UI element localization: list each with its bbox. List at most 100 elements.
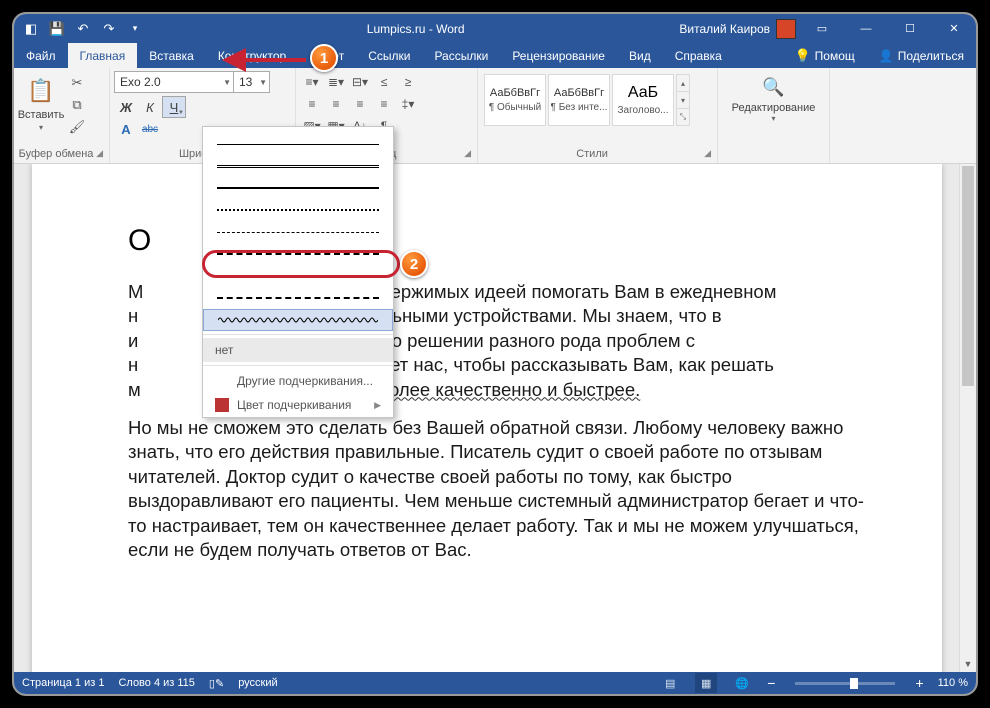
bold-button[interactable]: Ж [114, 96, 138, 118]
font-size-value: 13 [239, 75, 252, 89]
tab-file[interactable]: Файл [14, 43, 68, 68]
paragraph-launcher[interactable]: ◢ [462, 148, 473, 159]
chevron-down-icon: ▼ [220, 78, 231, 87]
maximize-button[interactable]: ☐ [888, 14, 932, 43]
zoom-out-button[interactable]: − [767, 675, 775, 691]
callout-1: 1 [310, 44, 338, 72]
tab-home[interactable]: Главная [68, 43, 138, 68]
chevron-down-icon: ▼ [256, 78, 267, 87]
annotation-arrow [236, 50, 316, 75]
tab-mailings[interactable]: Рассылки [422, 43, 500, 68]
tab-references[interactable]: Ссылки [356, 43, 422, 68]
status-bar: Страница 1 из 1 Слово 4 из 115 ▯✎ русски… [14, 672, 976, 694]
styles-label: Стили [576, 148, 608, 160]
underline-long-dash[interactable] [203, 243, 393, 265]
callout-2: 2 [400, 250, 428, 278]
align-left-button[interactable]: ≡ [300, 93, 324, 115]
underline-dot-dot-dash[interactable] [203, 287, 393, 309]
scroll-thumb[interactable] [962, 166, 974, 386]
status-language[interactable]: русский [238, 677, 277, 689]
zoom-handle[interactable] [850, 678, 858, 689]
multilevel-button[interactable]: ⊟▾ [348, 71, 372, 93]
paste-button[interactable]: 📋 Вставить ▾ [18, 71, 64, 146]
close-button[interactable]: ✕ [932, 14, 976, 43]
clipboard-label: Буфер обмена [19, 148, 94, 160]
underline-more[interactable]: Другие подчеркивания... [203, 369, 393, 393]
minimize-button[interactable]: — [844, 14, 888, 43]
tab-review[interactable]: Рецензирование [500, 43, 617, 68]
style-gallery-scroll[interactable]: ▴▾⤡ [676, 74, 690, 126]
format-painter-icon[interactable]: 🖌 [66, 117, 88, 137]
read-mode-icon[interactable]: ▤ [659, 673, 681, 693]
undo-icon[interactable]: ↶ [70, 16, 96, 42]
font-name-value: Exo 2.0 [120, 75, 161, 89]
underline-double[interactable] [203, 155, 393, 177]
underline-color[interactable]: Цвет подчеркивания▶ [203, 393, 393, 417]
share-button[interactable]: 👤 Поделиться [867, 43, 976, 68]
inc-indent-button[interactable]: ≥ [396, 71, 420, 93]
redo-icon[interactable]: ↷ [96, 16, 122, 42]
underline-button[interactable]: Ч▼ [162, 96, 186, 118]
italic-button[interactable]: К [138, 96, 162, 118]
autosave-icon[interactable]: ◧ [18, 16, 44, 42]
page[interactable]: О Мы – команда энтузиастов, одержимых ид… [32, 164, 942, 672]
qat-more-icon[interactable]: ▾ [122, 16, 148, 42]
align-right-button[interactable]: ≡ [348, 93, 372, 115]
styles-launcher[interactable]: ◢ [702, 148, 713, 159]
style-normal[interactable]: АаБбВвГг¶ Обычный [484, 74, 546, 126]
underline-dashed[interactable] [203, 221, 393, 243]
tellme-label: Помощ [815, 49, 855, 63]
window-title: Lumpics.ru - Word [152, 22, 679, 36]
line-spacing-button[interactable]: ‡▾ [396, 93, 420, 115]
quick-access-toolbar: ◧ 💾 ↶ ↷ ▾ [14, 14, 152, 43]
tab-view[interactable]: Вид [617, 43, 663, 68]
scroll-down-icon[interactable]: ▼ [960, 655, 976, 672]
tellme[interactable]: 💡 Помощ [782, 43, 866, 68]
search-icon: 🔍 [762, 77, 784, 98]
print-layout-icon[interactable]: ▦ [695, 673, 717, 693]
user-block[interactable]: Виталий Каиров [679, 19, 800, 39]
cut-icon[interactable]: ✂ [66, 73, 88, 93]
status-page[interactable]: Страница 1 из 1 [22, 677, 104, 689]
underline-dot-dash[interactable] [203, 265, 393, 287]
ribbon-tabs: Файл Главная Вставка Конструктор Макет С… [14, 43, 976, 68]
underline-none[interactable]: нет [203, 338, 393, 362]
text-effects-button[interactable]: A [114, 118, 138, 140]
zoom-in-button[interactable]: + [915, 675, 923, 691]
underline-dotted[interactable] [203, 199, 393, 221]
justify-button[interactable]: ≡ [372, 93, 396, 115]
underline-single[interactable] [203, 133, 393, 155]
find-button[interactable]: 🔍Редактирование▾ [732, 77, 816, 123]
style-nospacing[interactable]: АаБбВвГг¶ Без инте... [548, 74, 610, 126]
tab-insert[interactable]: Вставка [137, 43, 206, 68]
status-words[interactable]: Слово 4 из 115 [118, 677, 194, 689]
ribbon: 📋 Вставить ▾ ✂ ⧉ 🖌 Буфер обмена◢ Exo 2.0… [14, 68, 976, 164]
proofing-icon[interactable]: ▯✎ [209, 677, 224, 690]
group-clipboard: 📋 Вставить ▾ ✂ ⧉ 🖌 Буфер обмена◢ [14, 68, 110, 163]
user-name: Виталий Каиров [679, 22, 770, 36]
dec-indent-button[interactable]: ≤ [372, 71, 396, 93]
web-layout-icon[interactable]: 🌐 [731, 673, 753, 693]
share-label: Поделиться [898, 49, 964, 63]
align-center-button[interactable]: ≡ [324, 93, 348, 115]
strike-button[interactable]: abc [138, 118, 162, 140]
copy-icon[interactable]: ⧉ [66, 95, 88, 115]
clipboard-launcher[interactable]: ◢ [94, 148, 105, 159]
chevron-down-icon: ▼ [178, 110, 184, 116]
tab-help[interactable]: Справка [663, 43, 734, 68]
ribbon-options-icon[interactable]: ▭ [800, 14, 844, 43]
underline-wave[interactable] [203, 309, 393, 331]
save-icon[interactable]: 💾 [44, 16, 70, 42]
style-heading1[interactable]: АаБЗаголово... [612, 74, 674, 126]
vertical-scrollbar[interactable]: ▲ ▼ [959, 164, 976, 672]
zoom-slider[interactable] [795, 682, 895, 685]
doc-paragraph-2: Но мы не сможем это сделать без Вашей об… [128, 416, 868, 562]
title-bar: ◧ 💾 ↶ ↷ ▾ Lumpics.ru - Word Виталий Каир… [14, 14, 976, 43]
paste-label: Вставить [18, 109, 65, 121]
underline-thick[interactable] [203, 177, 393, 199]
share-icon: 👤 [879, 49, 894, 63]
bulb-icon: 💡 [794, 48, 810, 64]
numbering-button[interactable]: ≣▾ [324, 71, 348, 93]
font-name-combo[interactable]: Exo 2.0 ▼ [114, 71, 234, 93]
zoom-value[interactable]: 110 % [938, 677, 968, 689]
